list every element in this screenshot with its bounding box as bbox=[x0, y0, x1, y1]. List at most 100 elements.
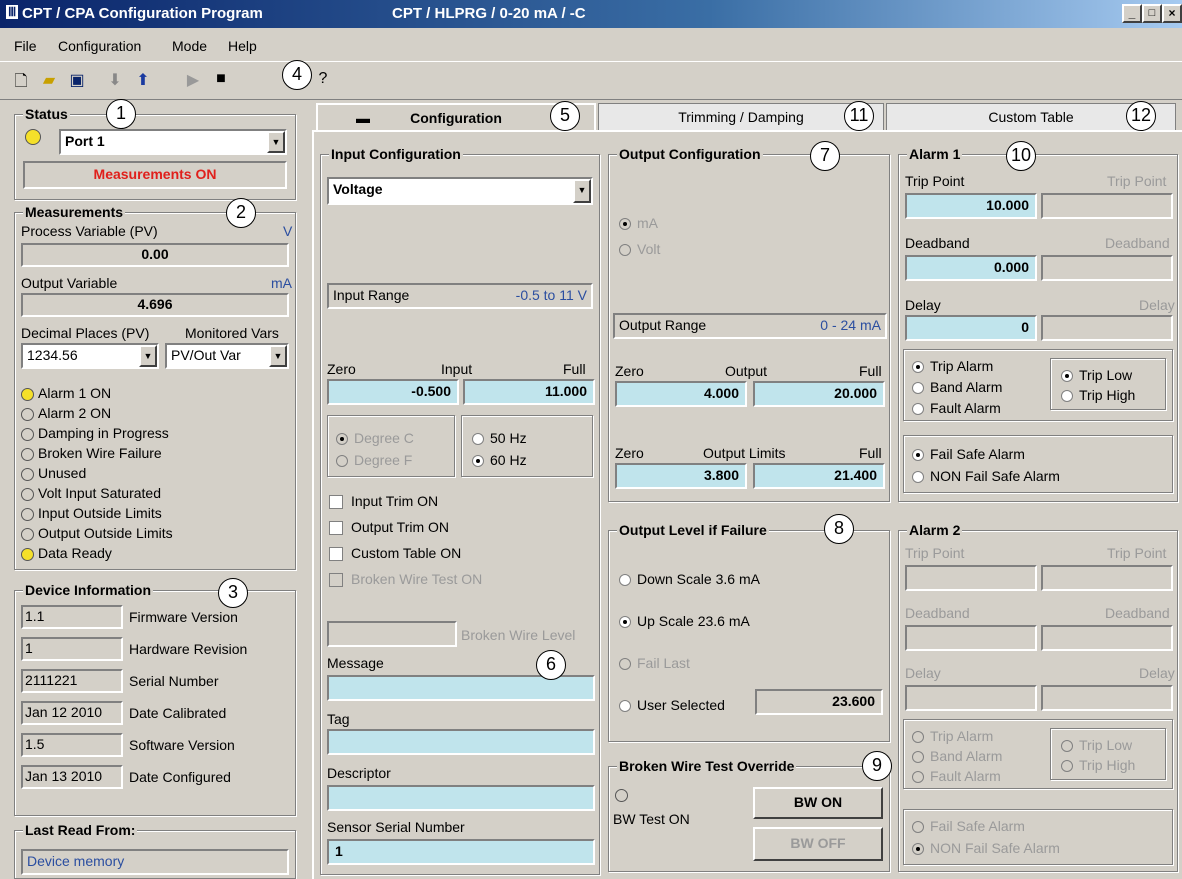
open-folder-icon[interactable]: ▰ bbox=[38, 70, 60, 90]
stop-icon[interactable]: ■ bbox=[210, 70, 232, 88]
user-selected-radio[interactable]: User Selected bbox=[619, 697, 725, 713]
alarm2-delay-field-2[interactable] bbox=[1041, 685, 1173, 711]
output-full-field[interactable]: 20.000 bbox=[753, 381, 885, 407]
callout-3: 3 bbox=[218, 578, 248, 608]
user-selected-field[interactable]: 23.600 bbox=[755, 689, 883, 715]
alarm2-nonfailsafe-radio[interactable]: NON Fail Safe Alarm bbox=[912, 840, 1060, 856]
menu-help[interactable]: Help bbox=[228, 38, 257, 54]
volt-radio[interactable]: Volt bbox=[619, 241, 660, 257]
alarm1-failsafe-group: Fail Safe Alarm NON Fail Safe Alarm bbox=[903, 435, 1173, 493]
alarm1-delay-field[interactable]: 0 bbox=[905, 315, 1037, 341]
alarm2-trip-low-radio[interactable]: Trip Low bbox=[1061, 737, 1132, 753]
monitored-vars-select[interactable]: PV/Out Var ▼ bbox=[165, 343, 289, 369]
help-icon[interactable]: ? bbox=[312, 70, 334, 88]
play-icon[interactable]: ▶ bbox=[182, 70, 204, 90]
alarm2-failsafe-radio[interactable]: Fail Safe Alarm bbox=[912, 818, 1025, 834]
alarm1-deadband-field-2[interactable] bbox=[1041, 255, 1173, 281]
save-icon[interactable]: ▣ bbox=[66, 70, 88, 90]
chevron-down-icon: ▼ bbox=[267, 131, 285, 153]
ma-radio[interactable]: mA bbox=[619, 215, 658, 231]
alarm1-trip-alarm-radio[interactable]: Trip Alarm bbox=[912, 358, 993, 374]
down-scale-radio[interactable]: Down Scale 3.6 mA bbox=[619, 571, 760, 587]
port-select[interactable]: Port 1 ▼ bbox=[59, 129, 287, 155]
firmware-label: Firmware Version bbox=[129, 609, 238, 625]
minimize-button[interactable]: _ bbox=[1122, 4, 1142, 23]
alarm2-group: Alarm 2 Trip Point Trip Point Deadband D… bbox=[898, 522, 1178, 872]
upload-arrow-icon[interactable]: ⬆ bbox=[132, 70, 154, 90]
new-file-icon[interactable]: 🗋 bbox=[10, 70, 32, 97]
output-range-label: Output Range bbox=[619, 317, 707, 333]
bw-on-button[interactable]: BW ON bbox=[753, 787, 883, 819]
descriptor-field[interactable] bbox=[327, 785, 595, 811]
radio-label: Up Scale 23.6 mA bbox=[637, 613, 750, 629]
radio-icon bbox=[912, 471, 924, 484]
minus-icon: ▬ bbox=[356, 110, 370, 126]
radio-icon bbox=[619, 574, 631, 587]
tab-trimming[interactable]: Trimming / Damping bbox=[598, 103, 884, 131]
download-arrow-icon[interactable]: ⬇ bbox=[104, 70, 126, 90]
alarm1-fault-alarm-radio[interactable]: Fault Alarm bbox=[912, 400, 1001, 416]
sensor-sn-field[interactable]: 1 bbox=[327, 839, 595, 865]
alarm1-failsafe-radio[interactable]: Fail Safe Alarm bbox=[912, 446, 1025, 462]
bw-test-checkbox[interactable]: Broken Wire Test ON bbox=[329, 571, 482, 588]
alarm1-trip-field-2[interactable] bbox=[1041, 193, 1173, 219]
radio-icon bbox=[472, 433, 484, 446]
alarm1-trip-field[interactable]: 10.000 bbox=[905, 193, 1037, 219]
up-scale-radio[interactable]: Up Scale 23.6 mA bbox=[619, 613, 750, 629]
menu-file[interactable]: File bbox=[14, 38, 37, 54]
input-zero-field[interactable]: -0.500 bbox=[327, 379, 459, 405]
alarm2-band-alarm-radio[interactable]: Band Alarm bbox=[912, 748, 1002, 764]
descriptor-label: Descriptor bbox=[327, 765, 391, 781]
alarm2-trip-alarm-radio[interactable]: Trip Alarm bbox=[912, 728, 993, 744]
close-button[interactable]: × bbox=[1162, 4, 1182, 23]
alarm1-nonfailsafe-radio[interactable]: NON Fail Safe Alarm bbox=[912, 468, 1060, 484]
bw-off-button[interactable]: BW OFF bbox=[753, 827, 883, 861]
alarm1-delay-field-2[interactable] bbox=[1041, 315, 1173, 341]
input-trim-checkbox[interactable]: Input Trim ON bbox=[329, 493, 438, 510]
radio-icon bbox=[619, 244, 631, 257]
tag-field[interactable] bbox=[327, 729, 595, 755]
output-zero-field[interactable]: 4.000 bbox=[615, 381, 747, 407]
alarm2-deadband-field[interactable] bbox=[905, 625, 1037, 651]
output-trim-checkbox[interactable]: Output Trim ON bbox=[329, 519, 449, 536]
indicator-label: Unused bbox=[38, 465, 87, 481]
alarm2-delay-field[interactable] bbox=[905, 685, 1037, 711]
input-type-select[interactable]: Voltage ▼ bbox=[327, 177, 593, 205]
limit-full-field[interactable]: 21.400 bbox=[753, 463, 885, 489]
port-value: Port 1 bbox=[65, 133, 105, 149]
alarm1-type-group: Trip Alarm Band Alarm Fault Alarm Trip L… bbox=[903, 349, 1173, 421]
hz60-radio[interactable]: 60 Hz bbox=[472, 452, 527, 468]
radio-icon bbox=[1061, 760, 1073, 773]
bw-level-label: Broken Wire Level bbox=[461, 627, 576, 643]
bw-led-icon bbox=[615, 789, 628, 802]
degree-c-radio[interactable]: Degree C bbox=[336, 430, 414, 446]
maximize-button[interactable]: □ bbox=[1142, 4, 1162, 23]
bw-level-field[interactable] bbox=[327, 621, 457, 647]
alarm2-trip-field[interactable] bbox=[905, 565, 1037, 591]
degree-f-radio[interactable]: Degree F bbox=[336, 452, 412, 468]
decimal-places-select[interactable]: 1234.56 ▼ bbox=[21, 343, 159, 369]
alarm1-deadband-field[interactable]: 0.000 bbox=[905, 255, 1037, 281]
custom-table-checkbox[interactable]: Custom Table ON bbox=[329, 545, 461, 562]
alarm2-trip-high-radio[interactable]: Trip High bbox=[1061, 757, 1135, 773]
failure-label: Output Level if Failure bbox=[617, 522, 769, 538]
alarm1-delay-label: Delay bbox=[905, 297, 941, 313]
fail-last-radio[interactable]: Fail Last bbox=[619, 655, 690, 671]
indicator-damping: Damping in Progress bbox=[21, 425, 173, 445]
alarm1-trip-low-radio[interactable]: Trip Low bbox=[1061, 367, 1132, 383]
limit-zero-field[interactable]: 3.800 bbox=[615, 463, 747, 489]
alarm1-trip-high-radio[interactable]: Trip High bbox=[1061, 387, 1135, 403]
alarm1-band-alarm-radio[interactable]: Band Alarm bbox=[912, 379, 1002, 395]
alarm2-trip-field-2[interactable] bbox=[1041, 565, 1173, 591]
alarm2-trip-dir-group: Trip Low Trip High bbox=[1050, 728, 1166, 780]
menu-mode[interactable]: Mode bbox=[172, 38, 207, 54]
input-full-field[interactable]: 11.000 bbox=[463, 379, 595, 405]
menu-configuration[interactable]: Configuration bbox=[58, 38, 141, 54]
input-input-label: Input bbox=[441, 361, 473, 377]
hz50-radio[interactable]: 50 Hz bbox=[472, 430, 527, 446]
radio-icon bbox=[1061, 740, 1073, 753]
alarm2-deadband-field-2[interactable] bbox=[1041, 625, 1173, 651]
alarm2-fault-alarm-radio[interactable]: Fault Alarm bbox=[912, 768, 1001, 784]
input-config-group: Input Configuration Voltage ▼ Input Range… bbox=[320, 146, 600, 875]
indicator-label: Alarm 1 ON bbox=[38, 385, 112, 401]
